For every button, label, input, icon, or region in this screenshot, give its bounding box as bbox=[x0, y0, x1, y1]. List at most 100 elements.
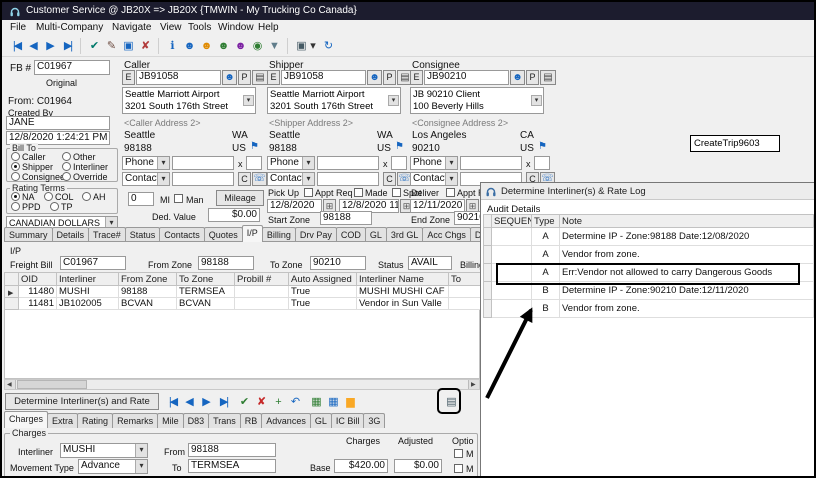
next-record-icon[interactable]: ▶ bbox=[42, 37, 59, 55]
deliver-appt-checkbox[interactable] bbox=[446, 188, 455, 197]
menu-window[interactable]: Window bbox=[218, 22, 254, 34]
edit-icon[interactable]: ✎ bbox=[103, 37, 120, 55]
tab-drv-pay[interactable]: Drv Pay bbox=[295, 227, 337, 242]
menu-view[interactable]: View bbox=[160, 22, 182, 34]
shipper-name-dropdown-icon[interactable] bbox=[388, 95, 399, 106]
shipper-name-combo[interactable]: Seattle Marriott Airport 3201 South 176t… bbox=[267, 87, 401, 114]
consignee-phone-input[interactable] bbox=[460, 156, 522, 170]
drivers-icon[interactable]: ☻ bbox=[198, 37, 215, 55]
tab-gl[interactable]: GL bbox=[365, 227, 387, 242]
info-icon[interactable]: ℹ bbox=[164, 37, 181, 55]
grid-prev-icon[interactable]: ◀ bbox=[181, 393, 198, 411]
tab-trace[interactable]: Trace# bbox=[88, 227, 126, 242]
shipper-contact-select[interactable]: Contact bbox=[267, 172, 315, 186]
caller-ext-input[interactable] bbox=[246, 156, 262, 170]
caller-person-icon[interactable]: ☻ bbox=[222, 70, 237, 85]
ded-value-input[interactable]: $0.00 bbox=[208, 208, 260, 222]
shipper-zip[interactable]: 98188 bbox=[269, 143, 297, 155]
rate-log-titlebar[interactable]: Determine Interliner(s) & Rate Log bbox=[481, 183, 815, 200]
tab-rb[interactable]: RB bbox=[240, 413, 263, 428]
grid-view-icon[interactable]: ▦ bbox=[325, 393, 342, 411]
shipper-city[interactable]: Seattle bbox=[269, 130, 300, 142]
shipper-code-input[interactable]: JB91058 bbox=[281, 70, 366, 85]
cell-note[interactable]: Vendor from zone. bbox=[560, 246, 814, 264]
consignee-name-dropdown-icon[interactable] bbox=[531, 95, 542, 106]
scroll-left-icon[interactable] bbox=[5, 380, 16, 389]
cell-auto-assigned[interactable]: True bbox=[289, 298, 357, 310]
cancel-icon[interactable]: ✘ bbox=[253, 393, 270, 411]
col-to[interactable]: To bbox=[449, 273, 481, 286]
tab-charges[interactable]: Charges bbox=[4, 411, 48, 428]
col-auto-assigned[interactable]: Auto Assigned bbox=[289, 273, 357, 286]
rating-tp-radio[interactable] bbox=[50, 202, 59, 211]
tab-mile[interactable]: Mile bbox=[157, 413, 184, 428]
spot-checkbox[interactable] bbox=[392, 188, 401, 197]
consignee-contact-select[interactable]: Contact bbox=[410, 172, 458, 186]
cell-probill[interactable] bbox=[235, 298, 289, 310]
col-interliner[interactable]: Interliner bbox=[57, 273, 119, 286]
consignee-zip[interactable]: 90210 bbox=[412, 143, 440, 155]
menu-help[interactable]: Help bbox=[258, 22, 279, 34]
shipper-person-icon[interactable]: ☻ bbox=[367, 70, 382, 85]
shipper-state[interactable]: WA bbox=[377, 130, 393, 142]
cell-interliner-name[interactable]: MUSHI MUSHI CAF bbox=[357, 286, 449, 298]
tab-summary[interactable]: Summary bbox=[4, 227, 53, 242]
to-zone-input[interactable]: 90210 bbox=[310, 256, 366, 270]
caller-p-button[interactable]: P bbox=[238, 70, 251, 85]
cell-to-zone[interactable]: BCVAN bbox=[177, 298, 235, 310]
report-menu-icon[interactable]: ▾ bbox=[308, 37, 318, 55]
log-row[interactable]: A Determine IP - Zone:98188 Date:12/08/2… bbox=[484, 228, 814, 246]
cell-type[interactable]: A bbox=[532, 228, 560, 246]
start-zone-input[interactable]: 98188 bbox=[320, 211, 372, 225]
grid-first-icon[interactable]: |◀ bbox=[164, 393, 181, 411]
caller-city[interactable]: Seattle bbox=[124, 130, 155, 142]
fb-number-input[interactable]: C01967 bbox=[34, 60, 110, 75]
caller-code-input[interactable]: JB91058 bbox=[136, 70, 221, 85]
copy-icon[interactable]: ▣ bbox=[120, 37, 137, 55]
log-row[interactable]: A Vendor from zone. bbox=[484, 246, 814, 264]
menu-file[interactable]: File bbox=[10, 22, 26, 34]
caller-e-button[interactable]: E bbox=[122, 70, 135, 85]
tab-gl2[interactable]: GL bbox=[310, 413, 332, 428]
customers-icon[interactable]: ☻ bbox=[181, 37, 198, 55]
tab-ic-bill[interactable]: IC Bill bbox=[331, 413, 365, 428]
cell-type[interactable]: A bbox=[532, 246, 560, 264]
rating-col-radio[interactable] bbox=[44, 192, 53, 201]
grid-export-icon[interactable]: ▦ bbox=[308, 393, 325, 411]
cell-sequence[interactable] bbox=[492, 246, 532, 264]
caller-state[interactable]: WA bbox=[232, 130, 248, 142]
cell-oid[interactable]: 11480 bbox=[19, 286, 57, 298]
from-zone-input[interactable]: 98188 bbox=[198, 256, 254, 270]
menu-navigate[interactable]: Navigate bbox=[112, 22, 151, 34]
cell-to-zone[interactable]: TERMSEA bbox=[177, 286, 235, 298]
tab-cod[interactable]: COD bbox=[336, 227, 366, 242]
bill-to-shipper-radio[interactable] bbox=[11, 162, 20, 171]
tab-remarks[interactable]: Remarks bbox=[112, 413, 158, 428]
caller-zip[interactable]: 98188 bbox=[124, 143, 152, 155]
caller-map-icon[interactable]: ⚑ bbox=[250, 141, 259, 153]
shipper-ext-input[interactable] bbox=[391, 156, 407, 170]
users-icon[interactable]: ☻ bbox=[232, 37, 249, 55]
table-row[interactable]: 11481 JB102005 BCVAN BCVAN True Vendor i… bbox=[5, 298, 481, 310]
col-type[interactable]: Type bbox=[532, 215, 560, 228]
base-adjusted-input[interactable]: $0.00 bbox=[394, 459, 442, 473]
cell-interliner-name[interactable]: Vendor in Sun Valle bbox=[357, 298, 449, 310]
caller-c-button[interactable]: C bbox=[238, 172, 251, 186]
tab-quotes[interactable]: Quotes bbox=[204, 227, 243, 242]
rating-na-radio[interactable] bbox=[11, 192, 20, 201]
caller-contact-input[interactable] bbox=[172, 172, 234, 186]
ip-grid-hscrollbar[interactable] bbox=[4, 379, 480, 390]
shipper-country[interactable]: US bbox=[377, 143, 391, 155]
last-record-icon[interactable]: ▶| bbox=[59, 37, 76, 55]
cell-note[interactable]: Vendor from zone. bbox=[560, 300, 814, 318]
cell-auto-assigned[interactable]: True bbox=[289, 286, 357, 298]
col-sequence[interactable]: SEQUENCE bbox=[492, 215, 532, 228]
tab-trans[interactable]: Trans bbox=[208, 413, 241, 428]
tab-contacts[interactable]: Contacts bbox=[159, 227, 205, 242]
consignee-state[interactable]: CA bbox=[520, 130, 534, 142]
cell-sequence[interactable] bbox=[492, 228, 532, 246]
grid-next-icon[interactable]: ▶ bbox=[198, 393, 215, 411]
shipper-phone-input[interactable] bbox=[317, 156, 379, 170]
consignee-name-combo[interactable]: JB 90210 Client 100 Beverly Hills bbox=[410, 87, 544, 114]
caller-name-dropdown-icon[interactable] bbox=[243, 95, 254, 106]
